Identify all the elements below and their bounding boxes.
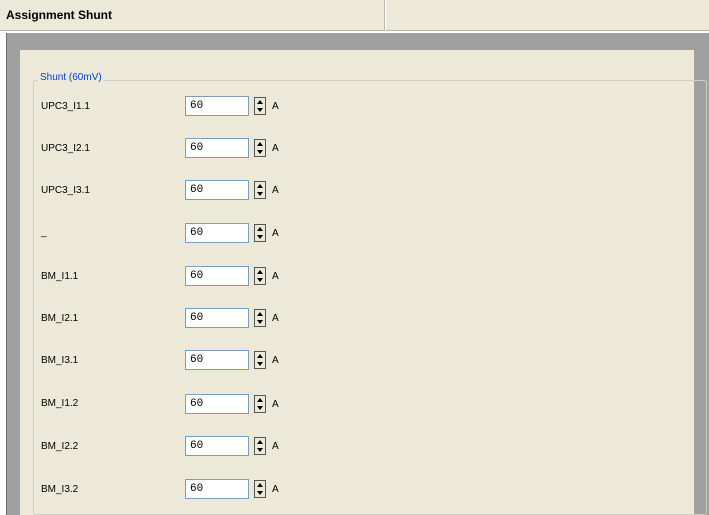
shunt-value-input[interactable] (185, 266, 249, 286)
spin-up-icon[interactable] (255, 140, 265, 148)
spin-up-icon[interactable] (255, 182, 265, 190)
unit-label: A (272, 228, 279, 239)
row-label: BM_I2.2 (41, 441, 79, 452)
spin-down-icon[interactable] (255, 446, 265, 454)
shunt-value-input[interactable] (185, 138, 249, 158)
spin-buttons[interactable] (254, 480, 266, 498)
shunt-value-input[interactable] (185, 350, 249, 370)
spin-up-icon[interactable] (255, 310, 265, 318)
row-label: UPC3_I1.1 (41, 101, 90, 112)
row-label: BM_I1.2 (41, 398, 79, 409)
row-label: BM_I3.2 (41, 484, 79, 495)
row-label: UPC3_I3.1 (41, 185, 90, 196)
shunt-value-input[interactable] (185, 436, 249, 456)
shunt-value-input[interactable] (185, 223, 249, 243)
row-label: BM_I3.1 (41, 355, 79, 366)
groupbox-title: Shunt (60mV) (38, 72, 104, 83)
spin-down-icon[interactable] (255, 360, 265, 368)
page-title: Assignment Shunt (6, 8, 113, 22)
unit-label: A (272, 101, 279, 112)
spin-down-icon[interactable] (255, 318, 265, 326)
unit-label: A (272, 484, 279, 495)
spin-down-icon[interactable] (255, 233, 265, 241)
unit-label: A (272, 441, 279, 452)
spin-buttons[interactable] (254, 351, 266, 369)
spin-down-icon[interactable] (255, 106, 265, 114)
spin-buttons[interactable] (254, 267, 266, 285)
spin-up-icon[interactable] (255, 481, 265, 489)
shunt-value-input[interactable] (185, 96, 249, 116)
unit-label: A (272, 355, 279, 366)
spin-up-icon[interactable] (255, 438, 265, 446)
shunt-value-input[interactable] (185, 180, 249, 200)
header-bar: Assignment Shunt (0, 0, 709, 33)
spin-up-icon[interactable] (255, 98, 265, 106)
spin-down-icon[interactable] (255, 148, 265, 156)
spin-up-icon[interactable] (255, 352, 265, 360)
spin-buttons[interactable] (254, 309, 266, 327)
spin-up-icon[interactable] (255, 268, 265, 276)
unit-label: A (272, 313, 279, 324)
unit-label: A (272, 143, 279, 154)
spin-buttons[interactable] (254, 139, 266, 157)
header-filler (386, 0, 709, 31)
spin-down-icon[interactable] (255, 190, 265, 198)
unit-label: A (272, 185, 279, 196)
header-tab: Assignment Shunt (0, 0, 385, 31)
spin-buttons[interactable] (254, 437, 266, 455)
row-label: BM_I1.1 (41, 271, 79, 282)
row-label: _ (41, 227, 47, 238)
spin-buttons[interactable] (254, 97, 266, 115)
shunt-groupbox (33, 80, 707, 515)
spin-up-icon[interactable] (255, 225, 265, 233)
spin-buttons[interactable] (254, 224, 266, 242)
shunt-value-input[interactable] (185, 308, 249, 328)
row-label: BM_I2.1 (41, 313, 79, 324)
spin-down-icon[interactable] (255, 489, 265, 497)
unit-label: A (272, 271, 279, 282)
shunt-value-input[interactable] (185, 479, 249, 499)
shunt-value-input[interactable] (185, 394, 249, 414)
spin-down-icon[interactable] (255, 276, 265, 284)
spin-up-icon[interactable] (255, 396, 265, 404)
row-label: UPC3_I2.1 (41, 143, 90, 154)
unit-label: A (272, 399, 279, 410)
spin-down-icon[interactable] (255, 404, 265, 412)
spin-buttons[interactable] (254, 181, 266, 199)
spin-buttons[interactable] (254, 395, 266, 413)
